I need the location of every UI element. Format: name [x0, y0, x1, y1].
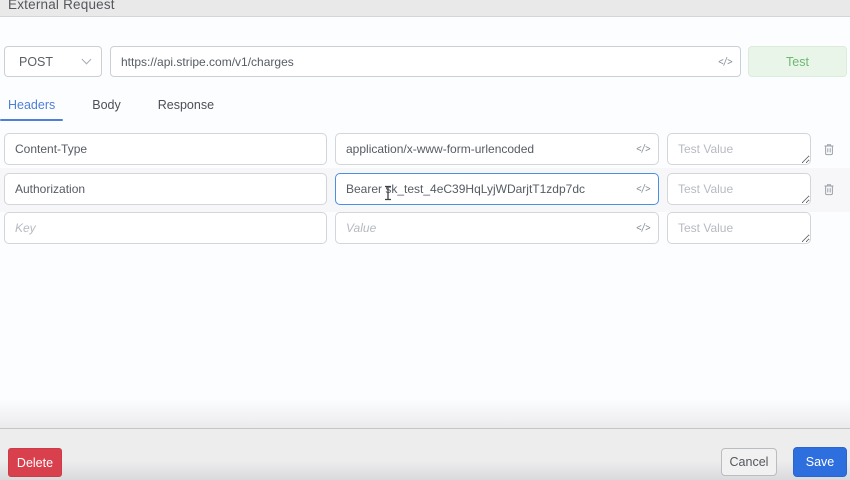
header-value-input[interactable]	[335, 133, 659, 165]
tab-body[interactable]: Body	[84, 96, 129, 121]
delete-row-button[interactable]	[822, 183, 836, 197]
method-dropdown[interactable]: POST	[4, 46, 102, 77]
save-button[interactable]: Save	[793, 447, 847, 477]
test-button[interactable]: Test	[748, 46, 847, 77]
url-field-wrap: </>	[110, 46, 741, 77]
header-test-cell	[667, 173, 811, 205]
header-key-input[interactable]	[4, 173, 327, 205]
tab-headers[interactable]: Headers	[0, 96, 64, 121]
method-selected-value: POST	[19, 54, 54, 69]
header-test-cell	[667, 133, 811, 165]
header-row: </>	[0, 133, 850, 165]
trash-icon	[824, 144, 834, 156]
header-key-cell	[4, 133, 327, 165]
test-value-input[interactable]	[667, 133, 811, 165]
dialog-title: External Request	[8, 0, 115, 12]
header-value-cell: </>	[335, 133, 659, 165]
tab-bar: Headers Body Response	[0, 96, 243, 121]
dialog-title-bar: External Request	[0, 0, 850, 17]
delete-button[interactable]: Delete	[8, 448, 62, 477]
test-value-input[interactable]	[667, 212, 811, 244]
test-value-input[interactable]	[667, 173, 811, 205]
external-request-dialog: { "dialog": { "title": "External Request…	[0, 0, 850, 480]
tab-response[interactable]: Response	[150, 96, 222, 121]
url-input[interactable]	[110, 46, 741, 77]
header-value-input[interactable]	[335, 212, 659, 244]
header-key-input[interactable]	[4, 133, 327, 165]
footer-fade	[0, 399, 850, 428]
header-key-cell	[4, 212, 327, 244]
delete-row-button[interactable]	[822, 143, 836, 157]
header-value-input[interactable]	[335, 173, 659, 205]
header-row: </>	[0, 212, 850, 244]
header-test-cell	[667, 212, 811, 244]
cancel-button[interactable]: Cancel	[721, 448, 777, 476]
header-value-cell: </>	[335, 212, 659, 244]
header-value-cell: </>	[335, 173, 659, 205]
header-key-input[interactable]	[4, 212, 327, 244]
chevron-down-icon	[81, 54, 92, 65]
trash-icon	[824, 184, 834, 196]
header-row: </>	[0, 173, 850, 205]
footer-bar: Delete Cancel Save	[0, 428, 850, 480]
header-key-cell	[4, 173, 327, 205]
